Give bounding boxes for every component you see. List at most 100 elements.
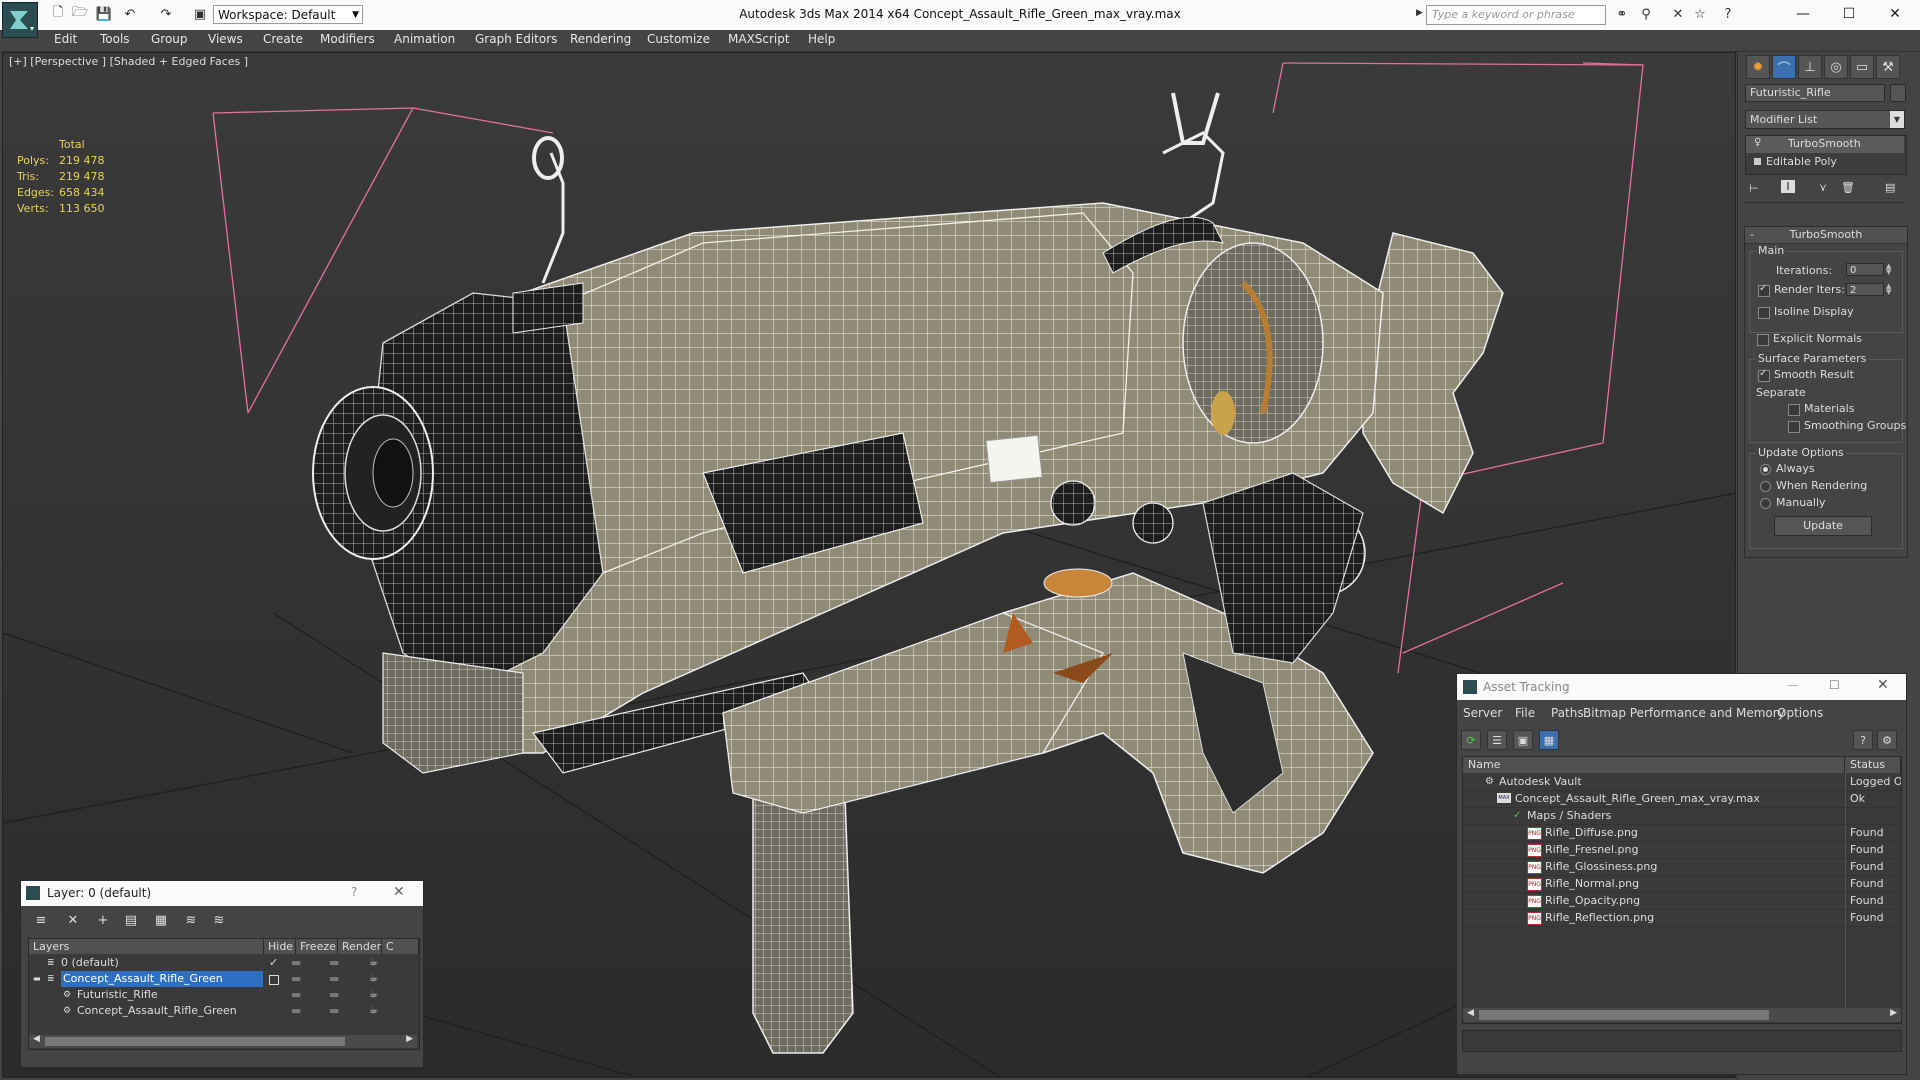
asset-row[interactable]: PNG Rifle_Normal.png Found [1463,875,1901,893]
close-icon[interactable]: ✕ [393,884,405,900]
materials-checkbox[interactable] [1788,404,1800,416]
hide-all-icon[interactable]: ≋ [181,911,201,929]
close-icon[interactable]: ✕ [1877,677,1889,693]
image-view-icon[interactable]: ▣ [1513,730,1533,750]
update-button[interactable]: Update [1774,516,1872,536]
isoline-display-checkbox[interactable] [1758,307,1770,319]
create-layer-icon[interactable]: ≡ [31,911,51,929]
menu-create[interactable]: Create [263,32,303,46]
configure-modifier-sets-icon[interactable]: ▤ [1885,181,1895,194]
menu-views[interactable]: Views [208,32,243,46]
display-tab-icon[interactable]: ▭ [1850,55,1874,79]
asset-row[interactable]: PNG Rifle_Glossiness.png Found [1463,858,1901,876]
utilities-tab-icon[interactable]: ⚒ [1876,55,1900,79]
horizontal-scrollbar[interactable]: ◀ ▶ [1463,1008,1901,1022]
make-unique-icon[interactable]: ⋎ [1819,181,1827,194]
scroll-thumb[interactable] [1479,1010,1769,1020]
favorites-star-icon[interactable]: ☆ [1690,5,1710,23]
asset-row[interactable]: ✓ Maps / Shaders [1463,807,1901,825]
help-icon[interactable]: ? [1718,5,1738,23]
freeze-toggle-icon[interactable]: ▬ [329,1003,339,1019]
freeze-toggle-icon[interactable]: ▬ [329,971,339,987]
menu-modifiers[interactable]: Modifiers [320,32,375,46]
save-icon[interactable]: 💾 [94,5,114,23]
active-box-icon[interactable] [269,975,279,985]
show-end-result-icon[interactable]: I [1781,180,1795,193]
collapse-arrow-icon[interactable]: ▬ [33,971,41,987]
manually-radio[interactable] [1760,498,1771,509]
smooth-result-checkbox[interactable] [1758,368,1770,382]
project-folder-icon[interactable]: ▣ [190,5,210,23]
horizontal-scrollbar[interactable]: ◀ ▶ [29,1034,417,1048]
render-teapot-icon[interactable]: ☕ [369,1003,378,1019]
rollout-header[interactable]: - TurboSmooth [1745,227,1907,244]
asset-menu-options[interactable]: Options [1777,706,1823,720]
path-status-field[interactable] [1462,1030,1902,1052]
menu-graph-editors[interactable]: Graph Editors [475,32,557,46]
asset-menu-paths[interactable]: Paths [1551,706,1584,720]
hide-toggle-icon[interactable]: ▬ [291,955,301,971]
stack-item-editable-poly[interactable]: Editable Poly [1746,154,1904,171]
asset-menu-server[interactable]: Server [1463,706,1502,720]
asset-row[interactable]: MAX Concept_Assault_Rifle_Green_max_vray… [1463,790,1901,808]
asset-row[interactable]: PNG Rifle_Fresnel.png Found [1463,841,1901,859]
scroll-right-icon[interactable]: ▶ [406,1034,413,1044]
delete-layer-icon[interactable]: ✕ [63,911,83,929]
asset-menu-bitmap[interactable]: Bitmap Performance and Memory [1583,706,1785,720]
smoothing-groups-checkbox[interactable] [1788,421,1800,433]
open-folder-icon[interactable]: 🗁 [70,5,90,23]
scroll-right-icon[interactable]: ▶ [1890,1008,1897,1018]
lightbulb-icon[interactable]: ♀ [1754,137,1761,148]
menu-maxscript[interactable]: MAXScript [728,32,790,46]
help-icon[interactable]: ? [1853,730,1873,750]
hide-toggle-icon[interactable]: ▬ [291,987,301,1003]
modifier-list-dropdown[interactable]: Modifier List ▼ [1745,110,1905,129]
scroll-left-icon[interactable]: ◀ [1467,1008,1474,1018]
search-input[interactable]: Type a keyword or phrase [1426,5,1606,25]
render-teapot-icon[interactable]: ☕ [369,955,378,971]
select-objects-icon[interactable]: ▤ [121,911,141,929]
hide-toggle-icon[interactable]: ▬ [291,1003,301,1019]
scroll-left-icon[interactable]: ◀ [33,1034,40,1044]
menu-rendering[interactable]: Rendering [570,32,631,46]
render-teapot-icon[interactable]: ☕ [369,987,378,1003]
subscription-icon[interactable]: ⚲ [1636,5,1656,23]
explicit-normals-checkbox[interactable] [1757,334,1769,346]
layer-row[interactable]: ▬ ≣ Concept_Assault_Rifle_Green ▬ ▬ ☕ [29,971,417,987]
help-icon[interactable]: ? [351,885,357,899]
modify-tab-icon[interactable]: ⌒ [1772,55,1796,79]
layer-window-titlebar[interactable]: Layer: 0 (default) ? ✕ [21,881,423,906]
maximize-icon[interactable]: ☐ [1826,0,1872,28]
refresh-icon[interactable]: ⟳ [1461,730,1481,750]
column-header[interactable]: C [382,939,419,954]
column-header[interactable]: Name [1463,757,1845,773]
column-header[interactable]: Freeze [296,939,338,954]
layer-row[interactable]: ≣ 0 (default) ✓ ▬ ▬ ☕ [29,955,417,971]
freeze-toggle-icon[interactable]: ▬ [329,987,339,1003]
table-view-icon[interactable]: ▦ [1539,730,1559,750]
list-view-icon[interactable]: ☰ [1487,730,1507,750]
hierarchy-tab-icon[interactable]: ⊥ [1798,55,1822,79]
undo-icon[interactable]: ↶ [120,5,140,23]
create-tab-icon[interactable]: ✹ [1746,55,1770,79]
render-iters-input[interactable]: 2 [1846,283,1884,296]
close-icon[interactable]: ✕ [1872,0,1918,28]
freeze-toggle-icon[interactable]: ▬ [329,955,339,971]
column-header[interactable]: Status [1845,757,1901,773]
scroll-thumb[interactable] [45,1037,345,1046]
minimize-icon[interactable]: — [1787,678,1799,692]
asset-window-titlebar[interactable]: Asset Tracking — ☐ ✕ [1457,674,1906,700]
column-header[interactable]: Hide [264,939,296,954]
viewport-label[interactable]: [+] [Perspective ] [Shaded + Edged Faces… [9,55,248,68]
object-name-field[interactable]: Futuristic_Rifle [1745,84,1885,102]
pin-stack-icon[interactable]: ⊢ [1749,182,1759,195]
render-iters-spinner-icon[interactable]: ▲ ▼ [1886,283,1894,296]
iterations-input[interactable]: 0 [1846,263,1884,276]
asset-row[interactable]: PNG Rifle_Reflection.png Found [1463,909,1901,927]
iterations-spinner-icon[interactable]: ▲ ▼ [1886,263,1894,276]
column-header[interactable]: Layers [29,939,264,954]
menu-tools[interactable]: Tools [100,32,130,46]
expand-box-icon[interactable] [1754,158,1761,165]
layer-row[interactable]: ⚙ Futuristic_Rifle ▬ ▬ ☕ [29,987,417,1003]
redo-icon[interactable]: ↷ [156,5,176,23]
